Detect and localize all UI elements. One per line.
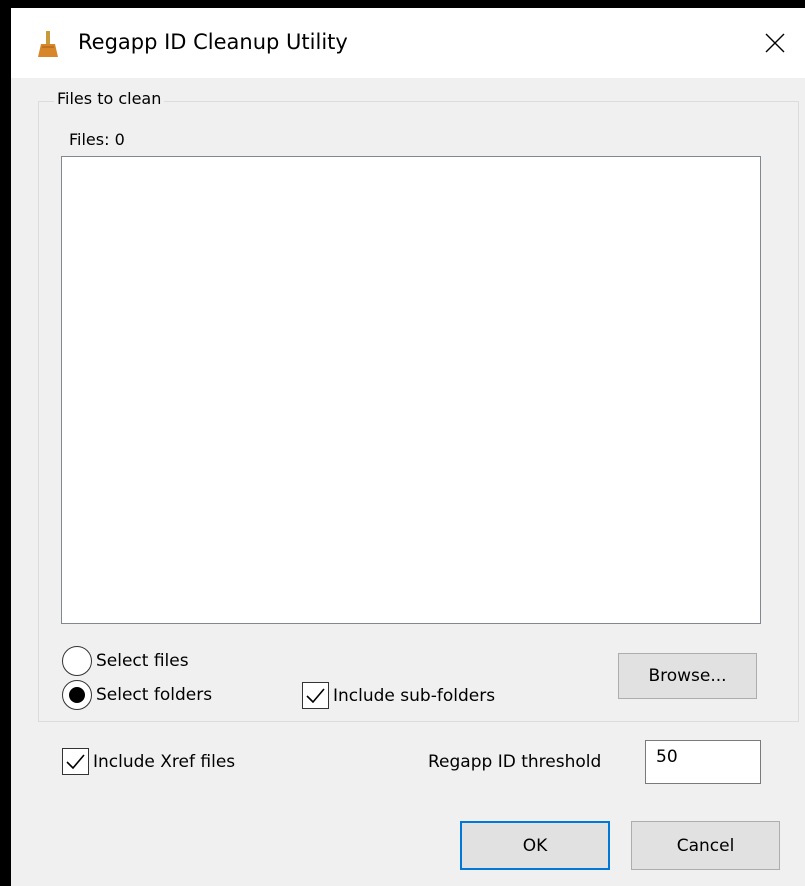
ok-button[interactable]: OK: [460, 821, 610, 870]
close-icon: [765, 33, 785, 53]
include-xref-label: Include Xref files: [93, 751, 236, 772]
file-list[interactable]: [61, 156, 761, 624]
dialog-window: Regapp ID Cleanup Utility Files to clean…: [11, 8, 805, 886]
select-files-label: Select files: [96, 651, 189, 671]
broom-icon: [37, 31, 59, 57]
threshold-label: Regapp ID threshold: [428, 752, 602, 772]
radio-dot: [69, 687, 85, 703]
include-subfolders-label: Include sub-folders: [333, 685, 496, 706]
select-folders-radio[interactable]: Select folders: [62, 680, 212, 710]
radio-unchecked: [62, 646, 92, 676]
threshold-input[interactable]: [645, 740, 761, 784]
close-button[interactable]: [745, 8, 805, 78]
checkmark-icon: [62, 748, 89, 775]
include-xref-checkbox[interactable]: Include Xref files: [62, 748, 235, 775]
browse-button[interactable]: Browse...: [618, 653, 757, 699]
radio-checked: [62, 680, 92, 710]
cancel-button[interactable]: Cancel: [631, 821, 780, 870]
title-bar[interactable]: Regapp ID Cleanup Utility: [11, 8, 805, 78]
include-subfolders-checkbox[interactable]: Include sub-folders: [302, 682, 495, 709]
files-count-label: Files: 0: [69, 130, 125, 149]
checkmark-icon: [302, 682, 329, 709]
files-group-label: Files to clean: [54, 89, 165, 108]
window-title: Regapp ID Cleanup Utility: [78, 30, 348, 54]
select-folders-label: Select folders: [96, 685, 213, 705]
select-files-radio[interactable]: Select files: [62, 646, 189, 676]
